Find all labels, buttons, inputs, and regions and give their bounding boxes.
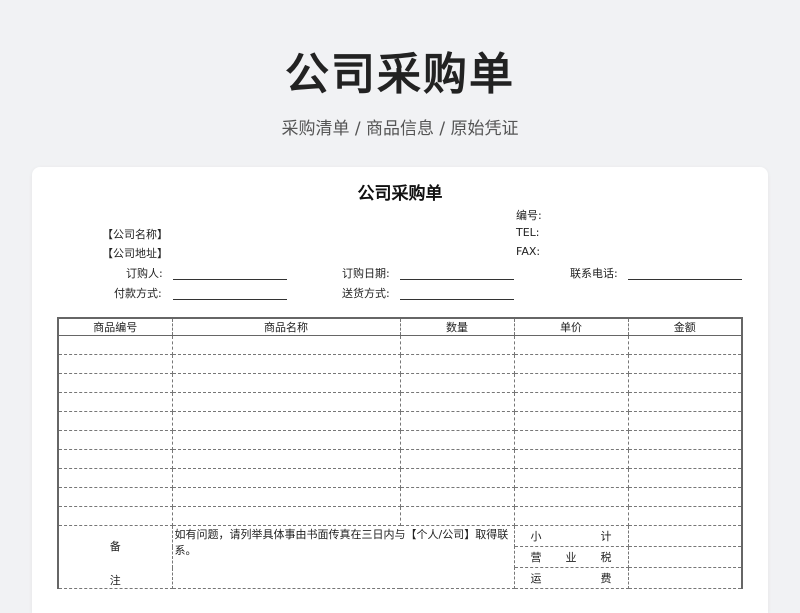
table-cell[interactable] <box>514 392 629 412</box>
items-table: 商品编号 商品名称 数量 单价 金额 备 注 如有问题，请列举具体事由书面传真在… <box>57 317 743 589</box>
table-row <box>59 335 741 355</box>
table-cell[interactable] <box>514 449 629 469</box>
contact-phone-label: 联系电话: <box>570 267 618 280</box>
table-cell[interactable] <box>628 392 741 412</box>
table-cell[interactable] <box>628 487 741 507</box>
table-row <box>59 373 741 393</box>
table-cell[interactable] <box>172 335 401 355</box>
table-cell[interactable] <box>514 373 629 393</box>
table-cell[interactable] <box>628 335 741 355</box>
table-cell[interactable] <box>514 335 629 355</box>
company-address-label: 【公司地址】 <box>102 247 168 260</box>
table-cell[interactable] <box>172 506 401 526</box>
page-title: 公司采购单 <box>285 49 515 100</box>
table-cell[interactable] <box>628 430 741 450</box>
table-row <box>59 430 741 450</box>
table-cell[interactable] <box>172 392 401 412</box>
order-date-label: 订购日期: <box>342 267 390 280</box>
table-cell[interactable] <box>400 487 515 507</box>
fax-label: FAX: <box>516 245 541 258</box>
remarks-label-bottom: 注 <box>109 574 121 587</box>
company-name-label: 【公司名称】 <box>102 228 168 241</box>
summary-subtotal-label: 小计 <box>514 525 629 547</box>
table-cell[interactable] <box>59 335 173 355</box>
table-cell[interactable] <box>59 373 173 393</box>
header-quantity: 数量 <box>400 319 515 336</box>
table-cell[interactable] <box>514 430 629 450</box>
table-cell[interactable] <box>628 468 741 488</box>
remarks-label-cell: 备 注 <box>59 525 173 589</box>
table-cell[interactable] <box>59 506 173 526</box>
table-cell[interactable] <box>514 468 629 488</box>
table-cell[interactable] <box>59 354 173 374</box>
remarks-row-1: 备 注 如有问题，请列举具体事由书面传真在三日内与【个人/公司】取得联系。 小计 <box>59 525 741 589</box>
table-row <box>59 468 741 488</box>
table-cell[interactable] <box>59 487 173 507</box>
table-cell[interactable] <box>628 506 741 526</box>
table-cell[interactable] <box>400 411 515 431</box>
table-cell[interactable] <box>172 354 401 374</box>
table-cell[interactable] <box>59 411 173 431</box>
document-title: 公司采购单 <box>357 184 443 204</box>
table-row <box>59 449 741 469</box>
order-date-field[interactable] <box>400 279 514 280</box>
table-cell[interactable] <box>172 449 401 469</box>
number-label: 编号: <box>516 209 542 222</box>
table-cell[interactable] <box>172 430 401 450</box>
header-unit-price: 单价 <box>514 319 629 336</box>
table-header-row: 商品编号 商品名称 数量 单价 金额 <box>59 319 741 336</box>
header-item-name: 商品名称 <box>172 319 401 336</box>
tel-label: TEL: <box>516 226 540 239</box>
contact-phone-field[interactable] <box>628 279 742 280</box>
table-cell[interactable] <box>400 468 515 488</box>
table-cell[interactable] <box>400 392 515 412</box>
header-amount: 金额 <box>628 319 741 336</box>
table-cell[interactable] <box>400 354 515 374</box>
payment-field[interactable] <box>173 299 287 300</box>
table-cell[interactable] <box>628 411 741 431</box>
table-cell[interactable] <box>514 506 629 526</box>
table-cell[interactable] <box>628 449 741 469</box>
table-cell[interactable] <box>59 430 173 450</box>
table-cell[interactable] <box>172 373 401 393</box>
table-cell[interactable] <box>400 506 515 526</box>
table-row <box>59 411 741 431</box>
table-cell[interactable] <box>59 392 173 412</box>
table-row <box>59 354 741 374</box>
table-cell[interactable] <box>59 449 173 469</box>
payment-label: 付款方式: <box>114 287 162 300</box>
table-cell[interactable] <box>59 468 173 488</box>
table-cell[interactable] <box>400 449 515 469</box>
table-cell[interactable] <box>400 430 515 450</box>
delivery-field[interactable] <box>400 299 514 300</box>
orderer-field[interactable] <box>173 279 287 280</box>
table-row <box>59 487 741 507</box>
table-cell[interactable] <box>514 487 629 507</box>
summary-tax-value[interactable] <box>628 546 741 568</box>
table-cell[interactable] <box>172 411 401 431</box>
summary-shipping-label: 运费 <box>514 567 629 589</box>
summary-tax-label: 营业税 <box>514 546 629 568</box>
table-cell[interactable] <box>400 373 515 393</box>
page-subtitle: 采购清单 / 商品信息 / 原始凭证 <box>281 119 519 139</box>
table-cell[interactable] <box>514 354 629 374</box>
table-row <box>59 506 741 526</box>
table-cell[interactable] <box>514 411 629 431</box>
table-cell[interactable] <box>628 373 741 393</box>
summary-subtotal-value[interactable] <box>628 525 741 547</box>
delivery-label: 送货方式: <box>342 287 390 300</box>
remarks-label-top: 备 <box>109 540 121 553</box>
summary-shipping-value[interactable] <box>628 567 741 589</box>
orderer-label: 订购人: <box>126 267 163 280</box>
table-row <box>59 392 741 412</box>
table-cell[interactable] <box>172 468 401 488</box>
header-item-code: 商品编号 <box>59 319 173 336</box>
table-cell[interactable] <box>628 354 741 374</box>
document-card: 公司采购单 编号: 【公司名称】 TEL: 【公司地址】 FAX: 订购人: 订… <box>32 167 768 613</box>
table-cell[interactable] <box>172 487 401 507</box>
remarks-text: 如有问题，请列举具体事由书面传真在三日内与【个人/公司】取得联系。 <box>172 525 515 589</box>
table-cell[interactable] <box>400 335 515 355</box>
